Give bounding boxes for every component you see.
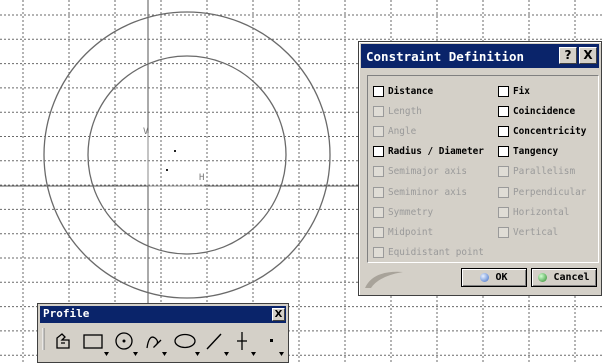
option-label: Parallelism [513, 166, 576, 178]
checkbox[interactable] [373, 146, 384, 158]
circle-icon[interactable] [115, 332, 138, 356]
checkbox[interactable] [373, 166, 384, 178]
toolbar-title: Profile [43, 307, 90, 320]
checkbox[interactable] [498, 125, 509, 137]
option-label: Equidistant point [388, 247, 484, 259]
option-right-7[interactable]: Vertical [498, 225, 558, 239]
v-axis-label: V [143, 127, 149, 137]
h-axis-label: H [199, 173, 204, 183]
option-left-3[interactable]: Radius / Diameter [373, 145, 484, 159]
option-right-3[interactable]: Tangency [498, 145, 558, 159]
option-label: Vertical [513, 226, 559, 238]
checkbox[interactable] [498, 166, 509, 178]
toolbar-icons [41, 326, 287, 360]
profile-toolbar: Profile X [37, 303, 289, 363]
help-button[interactable]: ? [559, 47, 577, 64]
checkbox[interactable] [498, 226, 509, 238]
option-left-4[interactable]: Semimajor axis [373, 165, 467, 179]
checkbox[interactable] [373, 226, 384, 238]
option-right-4[interactable]: Parallelism [498, 165, 575, 179]
outer-circle[interactable] [43, 11, 331, 299]
cancel-label: Cancel [553, 272, 590, 283]
option-label: Perpendicular [513, 186, 587, 198]
spline-icon[interactable] [146, 336, 167, 356]
option-left-1[interactable]: Length [373, 104, 422, 118]
checkbox[interactable] [373, 105, 384, 117]
option-label: Symmetry [388, 206, 434, 218]
profile-icon[interactable] [56, 333, 70, 349]
toolbar-close-button[interactable]: X [272, 308, 285, 321]
checkbox[interactable] [498, 85, 509, 97]
option-label: Tangency [513, 146, 559, 158]
inner-circle[interactable] [87, 55, 287, 255]
option-left-6[interactable]: Symmetry [373, 205, 433, 219]
option-label: Radius / Diameter [388, 146, 484, 158]
checkbox[interactable] [373, 206, 384, 218]
cancel-button[interactable]: Cancel [531, 268, 597, 287]
option-right-2[interactable]: Concentricity [498, 124, 586, 138]
point-icon[interactable] [270, 339, 284, 356]
ok-icon [480, 273, 490, 282]
checkbox[interactable] [498, 146, 509, 158]
option-left-5[interactable]: Semiminor axis [373, 185, 467, 199]
center-point[interactable] [174, 150, 176, 152]
close-button[interactable]: X [579, 47, 597, 64]
checkbox[interactable] [373, 125, 384, 137]
option-left-2[interactable]: Angle [373, 124, 416, 138]
ok-label: OK [495, 272, 508, 283]
toolbar-icon-strip [42, 328, 284, 357]
checkbox[interactable] [498, 105, 509, 117]
option-left-0[interactable]: Distance [373, 84, 433, 98]
catia-logo-swoosh [365, 271, 403, 288]
option-left-8[interactable]: Equidistant point [373, 246, 484, 260]
ellipse-icon[interactable] [174, 333, 200, 357]
toolbar-title-bar[interactable]: Profile X [40, 306, 286, 323]
option-right-0[interactable]: Fix [498, 84, 530, 98]
center-point[interactable] [166, 169, 168, 171]
cancel-icon [538, 273, 548, 282]
hv-axis-system [147, 133, 205, 187]
option-right-6[interactable]: Horizontal [498, 205, 569, 219]
checkbox[interactable] [373, 186, 384, 198]
dialog-title: Constraint Definition [366, 48, 525, 64]
option-label: Angle [388, 125, 417, 137]
option-label: Concentricity [513, 125, 587, 137]
rectangle-icon[interactable] [83, 334, 109, 356]
checkbox[interactable] [373, 85, 384, 97]
option-label: Coincidence [513, 105, 576, 117]
ok-button[interactable]: OK [461, 268, 527, 287]
axis-icon[interactable] [237, 332, 256, 356]
option-label: Semiminor axis [388, 186, 468, 198]
checkbox[interactable] [373, 247, 384, 259]
checkbox[interactable] [498, 206, 509, 218]
line-icon[interactable] [206, 333, 229, 356]
constraint-options-frame: Distance Length Angle Radius / Diameter Semi… [367, 75, 599, 263]
option-label: Midpoint [388, 226, 434, 238]
option-label: Semimajor axis [388, 166, 468, 178]
checkbox[interactable] [498, 186, 509, 198]
option-right-1[interactable]: Coincidence [498, 104, 575, 118]
option-label: Distance [388, 85, 434, 97]
option-right-5[interactable]: Perpendicular [498, 185, 586, 199]
option-label: Horizontal [513, 206, 570, 218]
option-label: Fix [513, 85, 530, 97]
option-left-7[interactable]: Midpoint [373, 225, 433, 239]
constraint-definition-dialog: Constraint Definition ? X Distance Length… [358, 41, 602, 296]
option-label: Length [388, 105, 422, 117]
dialog-title-bar[interactable]: Constraint Definition ? X [361, 44, 599, 68]
